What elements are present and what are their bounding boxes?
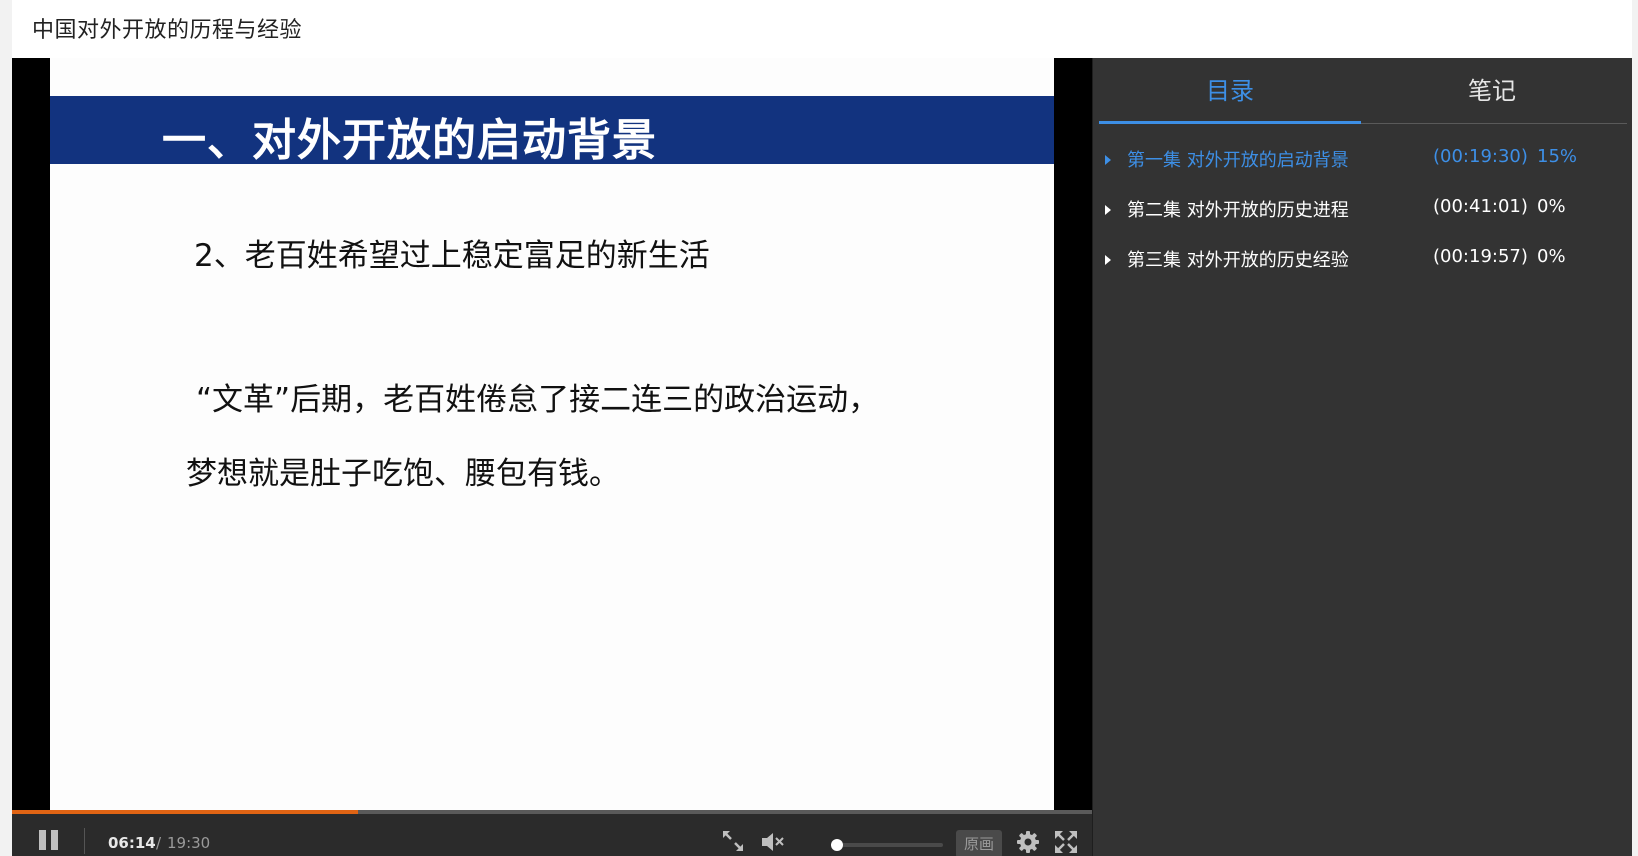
play-arrow-icon	[1105, 155, 1111, 165]
slide-body-line: 梦想就是肚子吃饱、腰包有钱。	[186, 456, 620, 492]
episode-progress: 0%	[1537, 246, 1566, 267]
current-time: 06:14	[108, 834, 156, 852]
time-separator: /	[156, 834, 162, 852]
slide-subtitle: 2、老百姓希望过上稳定富足的新生活	[194, 238, 710, 274]
video-player: 一、对外开放的启动背景 2、老百姓希望过上稳定富足的新生活 “文革”后期，老百姓…	[12, 58, 1092, 856]
volume-muted-icon[interactable]	[760, 830, 786, 856]
episode-progress: 15%	[1537, 146, 1578, 167]
controls-divider	[84, 828, 85, 854]
episode-title: 第三集 对外开放的历史经验	[1127, 250, 1349, 271]
episode-item[interactable]: 第一集 对外开放的启动背景 (00:19:30) 15%	[1093, 136, 1633, 186]
volume-handle[interactable]	[831, 839, 843, 851]
mini-player-icon[interactable]	[720, 828, 746, 856]
title-bar: 中国对外开放的历程与经验	[12, 0, 1632, 58]
episode-list: 第一集 对外开放的启动背景 (00:19:30) 15% 第二集 对外开放的历史…	[1093, 136, 1633, 286]
episode-item[interactable]: 第三集 对外开放的历史经验 (00:19:57) 0%	[1093, 236, 1633, 286]
tab-notes[interactable]: 笔记	[1361, 58, 1623, 124]
episode-duration: (00:41:01)	[1433, 196, 1528, 217]
episode-item[interactable]: 第二集 对外开放的历史进程 (00:41:01) 0%	[1093, 186, 1633, 236]
pause-button[interactable]	[38, 830, 60, 852]
course-sidebar: 目录 笔记 第一集 对外开放的启动背景 (00:19:30) 15% 第二集 对…	[1092, 58, 1632, 856]
volume-slider[interactable]	[831, 839, 943, 851]
page: 中国对外开放的历程与经验 一、对外开放的启动背景 2、老百姓希望过上稳定富足的新…	[0, 0, 1638, 856]
tab-catalog[interactable]: 目录	[1099, 58, 1361, 124]
slide-title-banner: 一、对外开放的启动背景	[50, 96, 1054, 166]
quality-button[interactable]: 原画	[956, 830, 1002, 856]
settings-gear-icon[interactable]	[1016, 830, 1040, 856]
episode-progress: 0%	[1537, 196, 1566, 217]
play-arrow-icon	[1105, 205, 1111, 215]
page-title: 中国对外开放的历程与经验	[32, 18, 303, 43]
episode-title: 第一集 对外开放的启动背景	[1127, 150, 1349, 171]
play-arrow-icon	[1105, 255, 1111, 265]
fullscreen-icon[interactable]	[1054, 830, 1078, 856]
player-controls: 06:14 / 19:30 原画	[12, 814, 1092, 856]
video-frame[interactable]: 一、对外开放的启动背景 2、老百姓希望过上稳定富足的新生活 “文革”后期，老百姓…	[50, 58, 1054, 810]
slide-body-line: “文革”后期，老百姓倦怠了接二连三的政治运动，	[196, 382, 880, 418]
sidebar-tabs: 目录 笔记	[1099, 58, 1627, 124]
episode-title: 第二集 对外开放的历史进程	[1127, 200, 1349, 221]
slide-title: 一、对外开放的启动背景	[162, 115, 657, 166]
episode-duration: (00:19:30)	[1433, 146, 1528, 167]
episode-duration: (00:19:57)	[1433, 246, 1528, 267]
total-time: 19:30	[167, 834, 211, 852]
